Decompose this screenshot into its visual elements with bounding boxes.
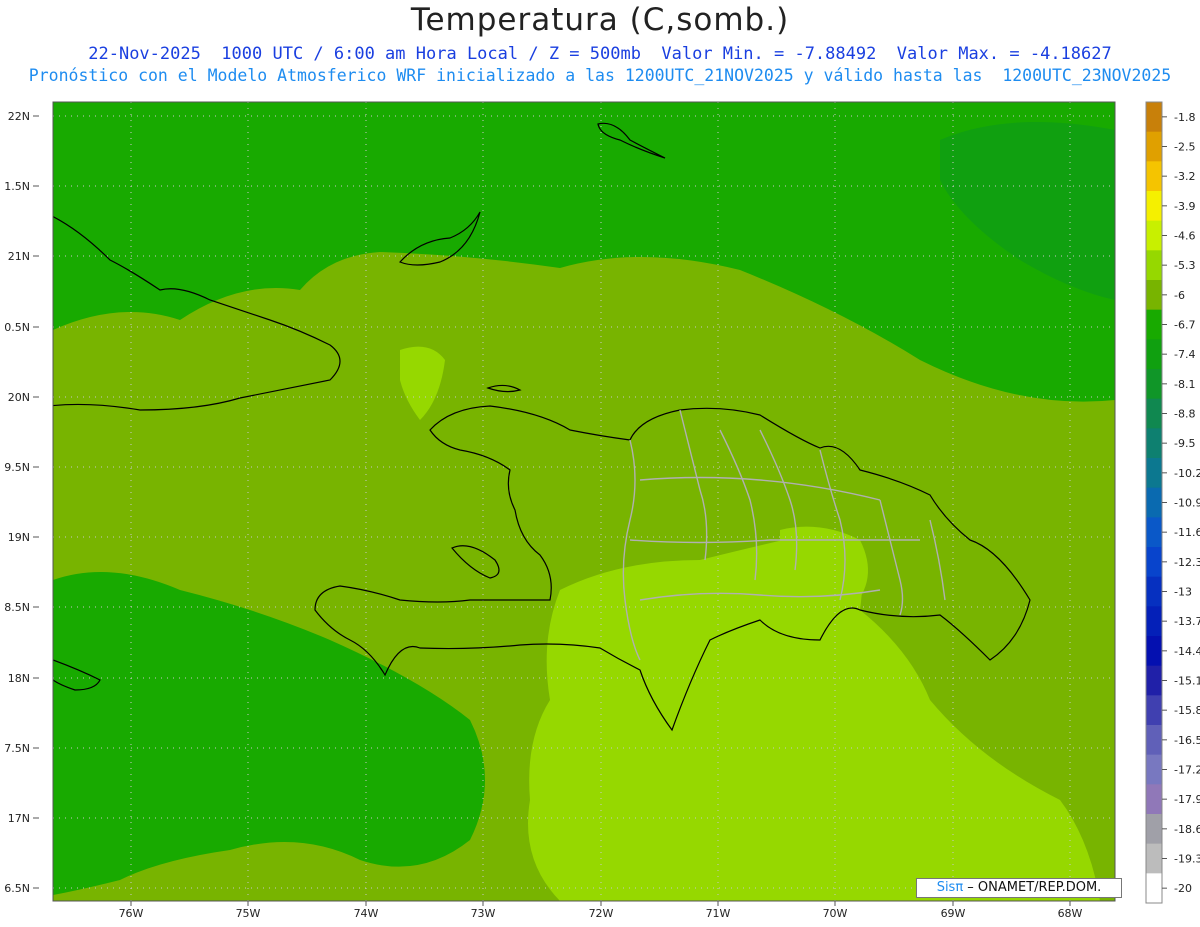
colorbar-swatch	[1146, 280, 1162, 311]
credit-box: Sisπ – ONAMET/REP.DOM.	[916, 878, 1122, 898]
colorbar-label: -13.7	[1174, 615, 1200, 628]
colorbar-label: -11.6	[1174, 526, 1200, 539]
colorbar-label: -14.4	[1174, 645, 1200, 658]
colorbar-swatch	[1146, 517, 1162, 548]
colorbar-label: -10.2	[1174, 467, 1200, 480]
lon-ticks	[130, 901, 1071, 906]
lat-label: 0.5N	[4, 321, 30, 334]
colorbar-swatch	[1146, 131, 1162, 162]
colorbar-label: -8.8	[1174, 408, 1195, 421]
lat-label: 6.5N	[4, 882, 30, 895]
colorbar-label: -16.5	[1174, 734, 1200, 747]
colorbar-swatch	[1146, 606, 1162, 637]
latitude-axis: 22N 1.5N 21N 0.5N 20N 9.5N 19N 8.5N 18N …	[4, 110, 30, 895]
colorbar-swatch	[1146, 161, 1162, 192]
lon-label: 75W	[236, 907, 261, 920]
credit-text: – ONAMET/REP.DOM.	[963, 880, 1102, 895]
colorbar-swatch	[1146, 102, 1162, 133]
colorbar-swatch	[1146, 576, 1162, 607]
colorbar-label: -15.1	[1174, 675, 1200, 688]
colorbar-swatch	[1146, 695, 1162, 726]
lat-label: 9.5N	[4, 461, 30, 474]
colorbar-label: -1.8	[1174, 111, 1195, 124]
colorbar-swatch	[1146, 220, 1162, 251]
page-title: Temperatura (C,somb.)	[410, 2, 790, 38]
colorbar-label: -6	[1174, 289, 1185, 302]
colorbar-label: -18.6	[1174, 823, 1200, 836]
colorbar-label: -3.2	[1174, 170, 1195, 183]
lon-label: 69W	[941, 907, 966, 920]
colorbar-swatch	[1146, 814, 1162, 845]
colorbar-label: -19.3	[1174, 853, 1200, 866]
colorbar-swatch	[1146, 547, 1162, 578]
colorbar-swatch	[1146, 369, 1162, 400]
colorbar-label: -4.6	[1174, 230, 1195, 243]
lat-label: 18N	[8, 672, 30, 685]
colorbar-swatch	[1146, 428, 1162, 459]
colorbar-swatch	[1146, 636, 1162, 667]
lon-label: 76W	[119, 907, 144, 920]
colorbar-label: -15.8	[1174, 704, 1200, 717]
credit-brand: Sisπ	[936, 880, 964, 895]
colorbar-swatch	[1146, 250, 1162, 281]
colorbar-label: -13	[1174, 586, 1192, 599]
colorbar-swatch	[1146, 665, 1162, 696]
lon-label: 74W	[354, 907, 379, 920]
temperature-map: 22N 1.5N 21N 0.5N 20N 9.5N 19N 8.5N 18N …	[4, 101, 1200, 920]
colorbar-swatch	[1146, 725, 1162, 756]
lat-label: 8.5N	[4, 601, 30, 614]
lat-label: 22N	[8, 110, 30, 123]
colorbar-label: -20	[1174, 882, 1192, 895]
colorbar-label: -6.7	[1174, 319, 1195, 332]
colorbar-label: -12.3	[1174, 556, 1200, 569]
colorbar-label: -7.4	[1174, 348, 1195, 361]
lat-label: 1.5N	[4, 180, 30, 193]
colorbar-swatch	[1146, 487, 1162, 518]
colorbar-swatch	[1146, 784, 1162, 815]
colorbar-label: -8.1	[1174, 378, 1195, 391]
colorbar-swatch	[1146, 873, 1162, 904]
colorbar-swatch	[1146, 458, 1162, 489]
temperature-field	[53, 102, 1115, 901]
colorbar-swatch	[1146, 754, 1162, 785]
lat-label: 19N	[8, 531, 30, 544]
lon-label: 72W	[589, 907, 614, 920]
colorbar-swatch	[1146, 309, 1162, 340]
subtitle-model-info: Pronóstico con el Modelo Atmosferico WRF…	[28, 66, 1172, 85]
lon-label: 68W	[1058, 907, 1083, 920]
colorbar-label: -9.5	[1174, 437, 1195, 450]
colorbar-label: -5.3	[1174, 259, 1195, 272]
lat-label: 7.5N	[4, 742, 30, 755]
colorbar-swatch	[1146, 191, 1162, 222]
colorbar-label: -2.5	[1174, 141, 1195, 154]
colorbar-swatch	[1146, 843, 1162, 874]
colorbar-swatch	[1146, 398, 1162, 429]
lat-label: 17N	[8, 812, 30, 825]
colorbar-label: -3.9	[1174, 200, 1195, 213]
subtitle-valid-time: 22-Nov-2025 1000 UTC / 6:00 am Hora Loca…	[88, 44, 1112, 64]
lat-label: 20N	[8, 391, 30, 404]
lon-label: 71W	[706, 907, 731, 920]
lat-ticks	[33, 115, 39, 889]
colorbar-swatch	[1146, 339, 1162, 370]
lat-label: 21N	[8, 250, 30, 263]
colorbar-label: -17.9	[1174, 793, 1200, 806]
colorbar-label: -10.9	[1174, 497, 1200, 510]
colorbar: -1.8 -2.5 -3.2 -3.9 -4.6 -5.3 -6 -6.7 -7.4 -8.1 -8…	[1145, 101, 1200, 904]
lon-label: 70W	[823, 907, 848, 920]
lon-label: 73W	[471, 907, 496, 920]
colorbar-label: -17.2	[1174, 764, 1200, 777]
longitude-axis: 76W 75W 74W 73W 72W 71W 70W 69W 68W	[119, 907, 1083, 920]
